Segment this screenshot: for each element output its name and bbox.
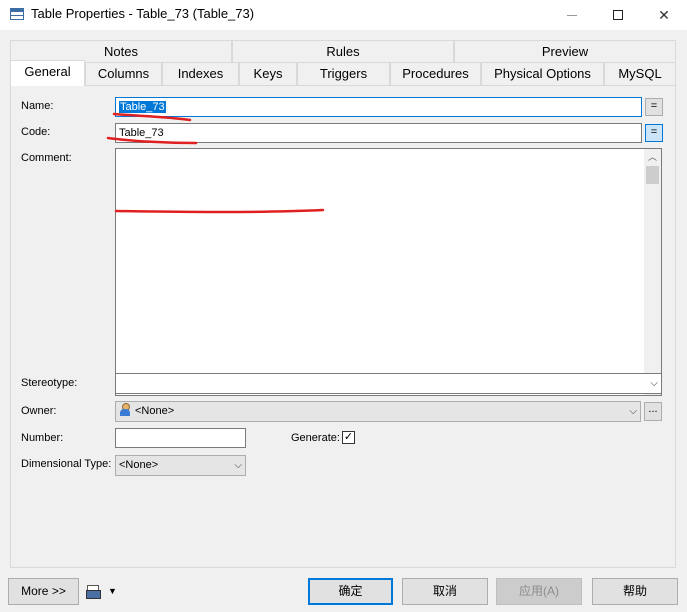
- tab-general[interactable]: General: [10, 60, 85, 86]
- tab-keys[interactable]: Keys: [239, 62, 297, 85]
- dimensional-type-combo[interactable]: <None> ⌵: [115, 455, 246, 476]
- window-title: Table Properties - Table_73 (Table_73): [31, 6, 255, 21]
- comment-scrollbar[interactable]: ︿ ﹀: [644, 149, 661, 395]
- tab-rules[interactable]: Rules: [232, 40, 454, 62]
- code-label: Code:: [21, 126, 51, 138]
- tab-indexes[interactable]: Indexes: [162, 62, 239, 85]
- code-input[interactable]: Table_73: [115, 123, 642, 143]
- help-button[interactable]: 帮助: [592, 578, 678, 605]
- owner-combo[interactable]: <None> ⌵: [115, 401, 641, 422]
- tab-procedures[interactable]: Procedures: [390, 62, 481, 85]
- name-code-sync-button[interactable]: =: [645, 98, 663, 116]
- general-panel: Name: Table_73 = Code: Table_73 = Commen…: [10, 85, 676, 568]
- print-dropdown-icon[interactable]: ▼: [108, 586, 117, 596]
- dimensional-type-value: <None>: [119, 459, 159, 471]
- comment-label: Comment:: [21, 152, 72, 164]
- name-value: Table_73: [119, 101, 166, 113]
- tab-mysql[interactable]: MySQL: [604, 62, 676, 85]
- generate-label: Generate:: [291, 432, 340, 444]
- maximize-button[interactable]: [595, 0, 641, 30]
- owner-browse-button[interactable]: ...: [644, 402, 662, 421]
- tab-physical-options[interactable]: Physical Options: [481, 62, 604, 85]
- maximize-icon: [613, 10, 623, 20]
- number-input[interactable]: [115, 428, 246, 448]
- name-input[interactable]: Table_73: [115, 97, 642, 117]
- more-button[interactable]: More >>: [8, 578, 79, 605]
- scroll-up-icon[interactable]: ︿: [644, 149, 661, 166]
- tab-row-front: General Columns Indexes Keys Triggers Pr…: [10, 60, 676, 86]
- generate-checkbox[interactable]: ✓: [342, 431, 355, 444]
- dimensional-type-label: Dimensional Type:: [21, 458, 112, 470]
- number-label: Number:: [21, 432, 64, 444]
- title-bar: Table Properties - Table_73 (Table_73) ✕: [0, 0, 687, 30]
- print-icon[interactable]: [86, 585, 101, 599]
- table-properties-dialog: Notes Rules Preview General Columns Inde…: [0, 30, 687, 612]
- ok-button[interactable]: 确定: [308, 578, 393, 605]
- table-icon: [10, 8, 24, 20]
- tab-columns[interactable]: Columns: [85, 62, 162, 85]
- chevron-down-icon: ⌵: [650, 378, 658, 389]
- minimize-icon: [567, 14, 577, 16]
- stereotype-label: Stereotype:: [21, 377, 78, 389]
- stereotype-combo[interactable]: ⌵: [115, 373, 662, 394]
- tab-row-back: Notes Rules Preview: [10, 40, 676, 62]
- code-value: Table_73: [119, 127, 164, 139]
- apply-button[interactable]: 应用(A): [496, 578, 582, 605]
- minimize-button[interactable]: [549, 0, 595, 30]
- comment-textarea[interactable]: ︿ ﹀: [115, 148, 662, 396]
- owner-label: Owner:: [21, 405, 57, 417]
- cancel-button[interactable]: 取消: [402, 578, 488, 605]
- tab-triggers[interactable]: Triggers: [297, 62, 390, 85]
- chevron-down-icon: ⌵: [234, 460, 242, 471]
- tab-preview[interactable]: Preview: [454, 40, 676, 62]
- name-label: Name:: [21, 100, 54, 112]
- close-icon: ✕: [658, 6, 670, 23]
- tab-notes[interactable]: Notes: [10, 40, 232, 62]
- code-name-sync-button[interactable]: =: [645, 124, 663, 142]
- scroll-thumb[interactable]: [646, 166, 659, 184]
- close-button[interactable]: ✕: [641, 0, 687, 30]
- owner-value: <None>: [135, 405, 175, 417]
- chevron-down-icon: ⌵: [629, 406, 637, 417]
- user-icon: [119, 403, 131, 416]
